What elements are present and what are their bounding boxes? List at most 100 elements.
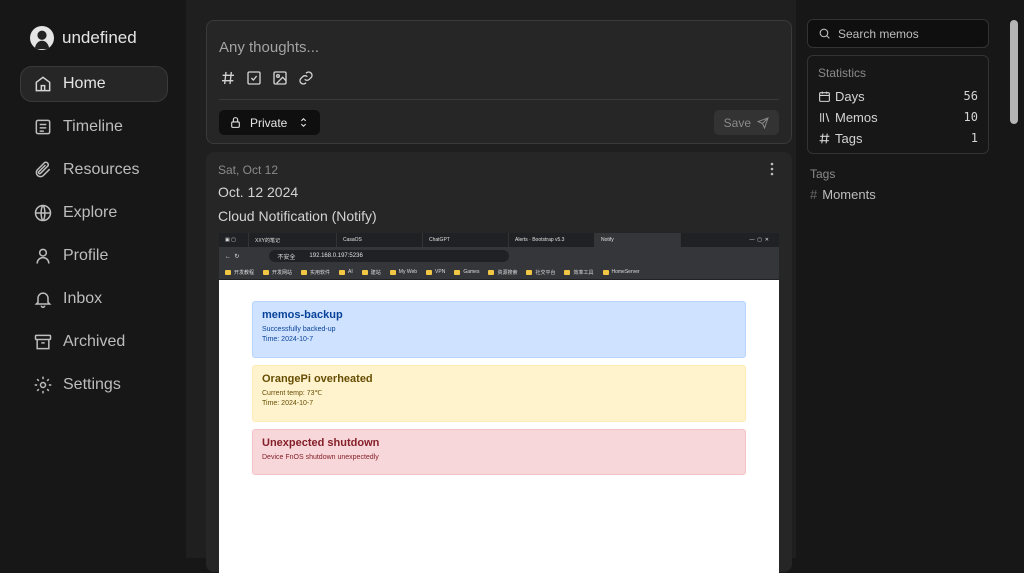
bookmark: 社交平台 (526, 269, 555, 276)
bookmark: 开发教程 (225, 269, 254, 276)
alert-line: Device FnOS shutdown unexpectedly (262, 454, 379, 461)
archive-icon (34, 334, 52, 350)
stat-row-tags: Tags 1 (818, 129, 978, 147)
send-icon (757, 116, 769, 129)
home-icon (35, 76, 51, 92)
nav-label: Explore (63, 204, 118, 221)
stat-label: Memos (835, 109, 878, 125)
memo-content-line: Oct. 12 2024 (218, 184, 299, 200)
brand-name: undefined (62, 28, 137, 47)
alert-title: Unexpected shutdown (262, 437, 380, 449)
globe-icon (34, 204, 52, 222)
nav-item-profile[interactable]: Profile (20, 238, 168, 274)
stat-value: 56 (963, 89, 978, 103)
alert-line: Time: 2024-10-7 (262, 336, 314, 343)
link-icon[interactable] (297, 69, 315, 87)
alert-line: Current temp: 73℃ (262, 390, 323, 397)
tab-controls: ▣ ▢ (219, 233, 249, 247)
nav-label: Resources (63, 161, 140, 178)
browser-tab: Notify (595, 233, 681, 247)
image-icon[interactable] (271, 69, 289, 87)
nav-item-explore[interactable]: Explore (20, 195, 168, 231)
nav-label: Settings (63, 376, 121, 393)
statistics-title: Statistics (818, 66, 867, 80)
nav-item-resources[interactable]: Resources (20, 152, 168, 188)
editor-toolbar (219, 69, 315, 87)
hash-icon: # (810, 187, 818, 202)
alert-line: Time: 2024-10-7 (262, 400, 314, 407)
tag-item-moments[interactable]: # Moments (810, 187, 876, 202)
chevron-updown-icon (301, 117, 307, 128)
browser-tabbar: ▣ ▢ XXY的笔记 CasaOS ChatGPT Alerts · Boots… (219, 233, 779, 247)
visibility-label: Private (250, 115, 288, 130)
brand[interactable]: undefined (30, 26, 137, 50)
user-icon (36, 248, 50, 264)
calendar-icon (819, 91, 830, 102)
bookmark: 效率工具 (564, 269, 594, 276)
timeline-icon (35, 119, 51, 135)
nav-item-archived[interactable]: Archived (20, 324, 168, 360)
statistics-panel: Statistics Days 56 Memos 10 Tags 1 (807, 55, 989, 154)
nav-label: Home (63, 75, 106, 92)
right-sidebar: Search memos Statistics Days 56 Memos 10… (796, 0, 1024, 558)
window-controls: — ▢ ✕ (749, 237, 769, 243)
memo-date: Sat, Oct 12 (218, 163, 279, 177)
nav-item-home[interactable]: Home (20, 66, 168, 102)
bookmark: My Web (389, 269, 417, 275)
nav-item-inbox[interactable]: Inbox (20, 281, 168, 317)
visibility-select[interactable]: Private (219, 110, 321, 135)
stat-row-days: Days 56 (818, 87, 978, 105)
paperclip-icon (35, 161, 51, 178)
bookmark: 资源搜索 (488, 269, 517, 276)
alert-warning: OrangePi overheated Current temp: 73℃ Ti… (252, 365, 746, 422)
hash-icon[interactable] (219, 69, 237, 87)
memo-attachment-image[interactable]: ▣ ▢ XXY的笔记 CasaOS ChatGPT Alerts · Boots… (219, 233, 779, 573)
stat-row-memos: Memos 10 (818, 108, 978, 126)
nav-label: Profile (63, 247, 109, 264)
alert-title: OrangePi overheated (262, 373, 373, 385)
alert-danger: Unexpected shutdown Device FnOS shutdown… (252, 429, 746, 475)
gear-icon (34, 376, 52, 394)
bookmark: VPN (426, 269, 445, 275)
checkbox-icon[interactable] (245, 69, 263, 87)
search-icon (819, 28, 830, 39)
bell-icon (34, 292, 52, 309)
bookmark: HomeServer (602, 269, 640, 275)
stat-value: 10 (963, 110, 978, 124)
search-input[interactable]: Search memos (807, 19, 989, 48)
tag-label: Moments (822, 187, 876, 202)
url-text: 192.168.0.197:5236 (309, 253, 363, 259)
sidebar: undefined Home Timeline Resources Explor… (0, 0, 186, 558)
more-vertical-icon[interactable] (768, 162, 776, 176)
save-label: Save (723, 115, 751, 130)
memo-content-line: Cloud Notification (Notify) (218, 208, 377, 224)
browser-url: 不安全 192.168.0.197:5236 (269, 250, 510, 262)
bookmark: Games (454, 269, 479, 275)
alert-primary: memos-backup Successfully backed-up Time… (252, 301, 746, 358)
library-icon (820, 112, 830, 122)
insecure-label: 不安全 (277, 254, 296, 261)
nav-label: Archived (63, 333, 126, 350)
lock-icon (231, 117, 240, 128)
stat-label: Days (835, 88, 865, 104)
memo-input[interactable]: Any thoughts... (219, 39, 319, 56)
nav-label: Inbox (63, 290, 103, 307)
browser-tab: Alerts · Bootstrap v5.3 (509, 233, 595, 247)
avatar (30, 26, 54, 50)
browser-tab: XXY的笔记 (249, 233, 337, 247)
bookmark: AI (339, 269, 353, 275)
browser-addressbar: ← ↻ 不安全 192.168.0.197:5236 (219, 247, 779, 265)
bookmark: 开发网站 (263, 269, 292, 276)
nav-item-settings[interactable]: Settings (20, 367, 168, 403)
save-button[interactable]: Save (713, 110, 779, 135)
memo-card: Sat, Oct 12 Oct. 12 2024 Cloud Notificat… (206, 152, 792, 573)
nav-arrows-icon: ← ↻ (225, 253, 240, 260)
scrollbar[interactable] (1010, 20, 1018, 124)
bookmarks-bar: 开发教程 开发网站 实用软件 AI 建站 My Web VPN Games 资源… (219, 265, 779, 280)
hash-icon (819, 133, 830, 143)
nav-item-timeline[interactable]: Timeline (20, 109, 168, 145)
search-placeholder: Search memos (838, 26, 919, 41)
stat-value: 1 (970, 131, 978, 145)
alert-line: Successfully backed-up (262, 326, 336, 333)
bookmark: 实用软件 (301, 269, 330, 276)
